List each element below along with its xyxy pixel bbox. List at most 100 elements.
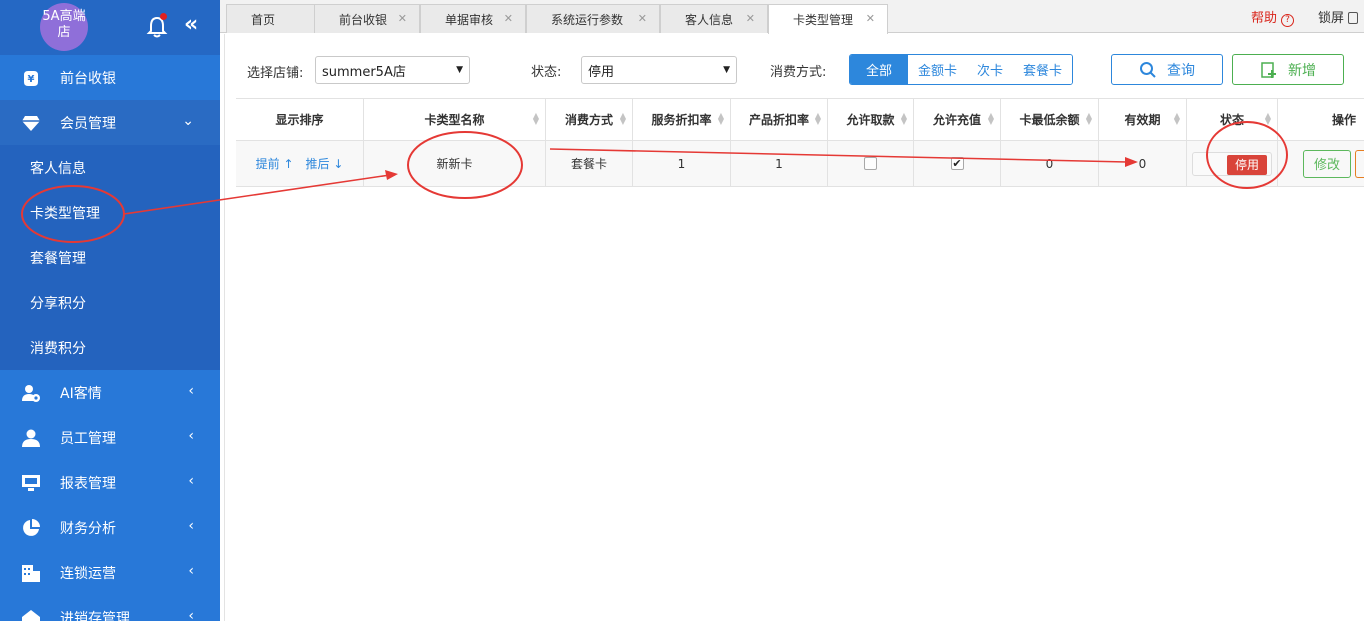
menu-label: 前台收银 <box>60 70 116 87</box>
add-label: 新增 <box>1288 62 1316 79</box>
cell-name: 新新卡 <box>364 141 546 186</box>
move-up-link[interactable]: 提前 ↑ <box>256 155 294 172</box>
menu-item-inventory[interactable]: 进销存管理 ‹ <box>0 595 220 621</box>
sort-icon[interactable]: ▲ ▼ <box>815 112 821 126</box>
query-label: 查询 <box>1167 62 1195 79</box>
cell-min-balance: 0 <box>1001 141 1099 186</box>
status-select[interactable]: 停用 ▼ <box>581 56 737 84</box>
cell-allow-recharge: ✔ <box>914 141 1001 186</box>
tab-bar: 首页 前台收银 ✕ 单据审核 ✕ 系统运行参数 ✕ 客人信息 ✕ 卡类型管理 ✕ <box>220 0 1364 34</box>
help-link[interactable]: 帮助? <box>1251 7 1295 27</box>
edit-button[interactable]: 修改 <box>1302 149 1351 178</box>
min-balance-value: 0 <box>1045 156 1054 171</box>
arrow-down-icon: ↓ <box>333 157 344 171</box>
tab-cashier[interactable]: 前台收银 ✕ <box>314 4 420 33</box>
close-icon[interactable]: ✕ <box>504 12 513 25</box>
allow-withdraw-checkbox[interactable] <box>864 157 877 170</box>
header-product-discount[interactable]: 产品折扣率 ▲ ▼ <box>731 99 828 140</box>
store-select[interactable]: summer5A店 ▼ <box>315 56 470 84</box>
pay-type-segmented: 全部 金额卡 次卡 套餐卡 <box>849 54 1074 85</box>
tab-label: 单据审核 <box>445 12 494 27</box>
close-icon[interactable]: ✕ <box>866 12 875 25</box>
sort-icon[interactable]: ▲ ▼ <box>988 112 994 126</box>
menu-item-member[interactable]: 会员管理 ⌄ <box>0 100 220 145</box>
search-icon <box>1140 61 1156 78</box>
header-status[interactable]: 状态 ▲ ▼ <box>1187 99 1278 140</box>
tab-home[interactable]: 首页 <box>226 4 320 33</box>
menu-item-ai[interactable]: AI客情 ‹ <box>0 370 220 415</box>
pay-option-all[interactable]: 全部 <box>850 55 909 84</box>
header-allow-withdraw[interactable]: 允许取款 ▲ ▼ <box>828 99 914 140</box>
tab-label: 系统运行参数 <box>551 12 624 27</box>
header-pay-type[interactable]: 消费方式 ▲ ▼ <box>546 99 633 140</box>
cell-actions: 修改 <box>1278 141 1364 186</box>
menu-item-cashier[interactable]: ¥ 前台收银 <box>0 55 220 100</box>
cell-order: 提前 ↑ 推后 ↓ <box>236 141 364 186</box>
notification-dot <box>160 13 167 20</box>
tab-system-params[interactable]: 系统运行参数 ✕ <box>526 4 660 33</box>
sort-icon[interactable]: ▲ ▼ <box>1174 112 1180 126</box>
tab-guest-info[interactable]: 客人信息 ✕ <box>660 4 768 33</box>
service-discount-value: 1 <box>677 156 686 171</box>
sidebar-header: 5A高端店 « <box>0 0 220 55</box>
move-down-label: 推后 <box>305 157 330 171</box>
menu-item-staff[interactable]: 员工管理 ‹ <box>0 415 220 460</box>
sort-icon[interactable]: ▲ ▼ <box>1086 112 1092 126</box>
double-chevron-left-icon[interactable]: « <box>184 12 198 37</box>
menu-label: AI客情 <box>60 385 102 402</box>
header-min-balance[interactable]: 卡最低余额 ▲ ▼ <box>1001 99 1099 140</box>
lock-icon <box>1348 12 1359 24</box>
menu-label: 会员管理 <box>60 115 116 132</box>
submenu-item-package[interactable]: 套餐管理 <box>0 235 220 280</box>
lock-screen-link[interactable]: 锁屏 <box>1318 7 1359 26</box>
caret-down-icon: ▼ <box>723 65 730 75</box>
chevron-left-icon: ‹ <box>188 608 194 621</box>
menu-label: 员工管理 <box>60 430 116 447</box>
delete-button[interactable] <box>1355 149 1364 178</box>
diamond-icon <box>20 112 42 134</box>
pay-option-amount-card[interactable]: 金额卡 <box>908 55 968 84</box>
submenu-item-card-type[interactable]: 卡类型管理 <box>0 190 220 235</box>
main-content: 选择店铺: summer5A店 ▼ 状态: 停用 ▼ 消费方式: 全部 金额卡 … <box>224 34 1364 621</box>
pay-option-package-card[interactable]: 套餐卡 <box>1013 55 1073 84</box>
edit-label: 修改 <box>1313 158 1340 173</box>
status-select-value: 停用 <box>588 64 615 80</box>
tab-bill-review[interactable]: 单据审核 ✕ <box>420 4 526 33</box>
chevron-left-icon: ‹ <box>188 518 194 534</box>
menu-item-reports[interactable]: 报表管理 ‹ <box>0 460 220 505</box>
close-icon[interactable]: ✕ <box>398 12 407 25</box>
close-icon[interactable]: ✕ <box>638 12 647 25</box>
header-label: 状态 <box>1219 113 1244 127</box>
store-avatar[interactable]: 5A高端店 <box>40 3 88 51</box>
header-service-discount[interactable]: 服务折扣率 ▲ ▼ <box>633 99 731 140</box>
header-name[interactable]: 卡类型名称 ▲ ▼ <box>364 99 546 140</box>
tab-card-type[interactable]: 卡类型管理 ✕ <box>768 4 888 34</box>
sort-icon[interactable]: ▲ ▼ <box>1265 112 1271 126</box>
menu-label: 连锁运营 <box>60 565 116 582</box>
submenu-item-guest-info[interactable]: 客人信息 <box>0 145 220 190</box>
chevron-left-icon: ‹ <box>188 473 194 489</box>
lock-label: 锁屏 <box>1318 11 1345 26</box>
validity-value: 0 <box>1138 156 1147 171</box>
menu-item-chain[interactable]: 连锁运营 ‹ <box>0 550 220 595</box>
card-name: 新新卡 <box>436 157 473 171</box>
allow-recharge-checkbox[interactable]: ✔ <box>950 157 964 170</box>
sort-icon[interactable]: ▲ ▼ <box>533 112 539 126</box>
header-order[interactable]: 显示排序 <box>236 99 364 140</box>
submenu-item-consume-points[interactable]: 消费积分 <box>0 325 220 370</box>
menu-item-finance[interactable]: 财务分析 ‹ <box>0 505 220 550</box>
status-toggle[interactable]: 停用 <box>1192 151 1272 176</box>
pie-chart-icon <box>20 517 42 539</box>
sort-icon[interactable]: ▲ ▼ <box>620 112 626 126</box>
sort-icon[interactable]: ▲ ▼ <box>901 112 907 126</box>
close-icon[interactable]: ✕ <box>746 12 755 25</box>
query-button[interactable]: 查询 <box>1111 54 1223 85</box>
move-down-link[interactable]: 推后 ↓ <box>306 155 344 172</box>
table-row: 提前 ↑ 推后 ↓ 新新卡 套餐卡 1 1 ✔ 0 0 停用 修改 <box>236 141 1364 187</box>
pay-option-times-card[interactable]: 次卡 <box>967 55 1014 84</box>
submenu-item-share-points[interactable]: 分享积分 <box>0 280 220 325</box>
sort-icon[interactable]: ▲ ▼ <box>718 112 724 126</box>
header-validity[interactable]: 有效期 ▲ ▼ <box>1099 99 1187 140</box>
header-allow-recharge[interactable]: 允许充值 ▲ ▼ <box>914 99 1001 140</box>
add-button[interactable]: 新增 <box>1232 54 1344 85</box>
